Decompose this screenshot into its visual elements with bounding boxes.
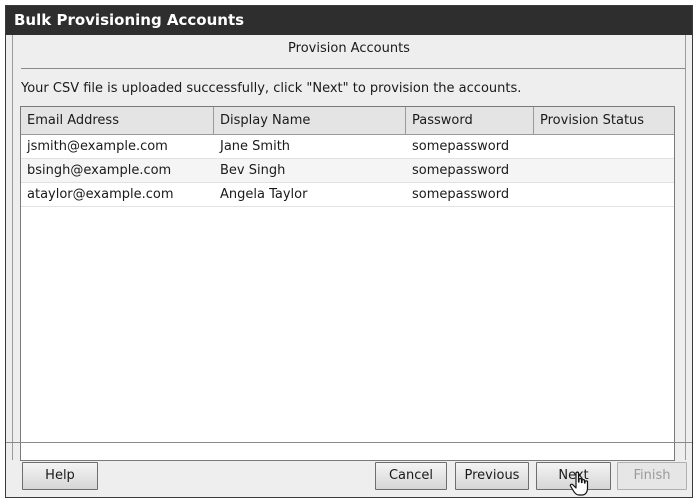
- bulk-provisioning-dialog: Bulk Provisioning Accounts Provision Acc…: [5, 5, 693, 498]
- cell-email: jsmith@example.com: [27, 139, 168, 154]
- button-bar-divider: [6, 442, 692, 443]
- cancel-button[interactable]: Cancel: [375, 462, 447, 490]
- dialog-title: Bulk Provisioning Accounts: [6, 6, 692, 35]
- cell-email: ataylor@example.com: [27, 187, 174, 202]
- table-row[interactable]: jsmith@example.com Jane Smith somepasswo…: [21, 135, 674, 159]
- finish-button[interactable]: Finish: [617, 462, 687, 490]
- cell-provision-status: [534, 159, 674, 182]
- hand-pointer-icon: [569, 471, 589, 496]
- status-message: Your CSV file is uploaded successfully, …: [21, 81, 522, 96]
- cell-display-name: Bev Singh: [220, 163, 286, 178]
- column-header-provision-status[interactable]: Provision Status: [534, 107, 674, 134]
- step-title: Provision Accounts: [288, 41, 410, 56]
- column-header-password[interactable]: Password: [406, 107, 534, 134]
- cell-email: bsingh@example.com: [27, 163, 172, 178]
- table-header: Email Address Display Name Password Prov…: [21, 107, 674, 135]
- cell-display-name: Angela Taylor: [220, 187, 308, 202]
- table-row[interactable]: ataylor@example.com Angela Taylor somepa…: [21, 183, 674, 207]
- table-body: jsmith@example.com Jane Smith somepasswo…: [21, 135, 674, 207]
- divider: [21, 68, 685, 69]
- column-header-display-name[interactable]: Display Name: [214, 107, 406, 134]
- previous-button[interactable]: Previous: [455, 462, 529, 490]
- cell-display-name: Jane Smith: [220, 139, 291, 154]
- cell-password: somepassword: [412, 163, 510, 178]
- help-button[interactable]: Help: [22, 462, 98, 490]
- cell-password: somepassword: [412, 187, 510, 202]
- accounts-table[interactable]: Email Address Display Name Password Prov…: [20, 106, 675, 461]
- cell-password: somepassword: [412, 139, 510, 154]
- table-row[interactable]: bsingh@example.com Bev Singh somepasswor…: [21, 159, 674, 183]
- dialog-content: Provision Accounts Your CSV file is uplo…: [12, 35, 686, 461]
- cell-provision-status: [534, 183, 674, 206]
- column-header-email[interactable]: Email Address: [21, 107, 214, 134]
- cell-provision-status: [534, 135, 674, 158]
